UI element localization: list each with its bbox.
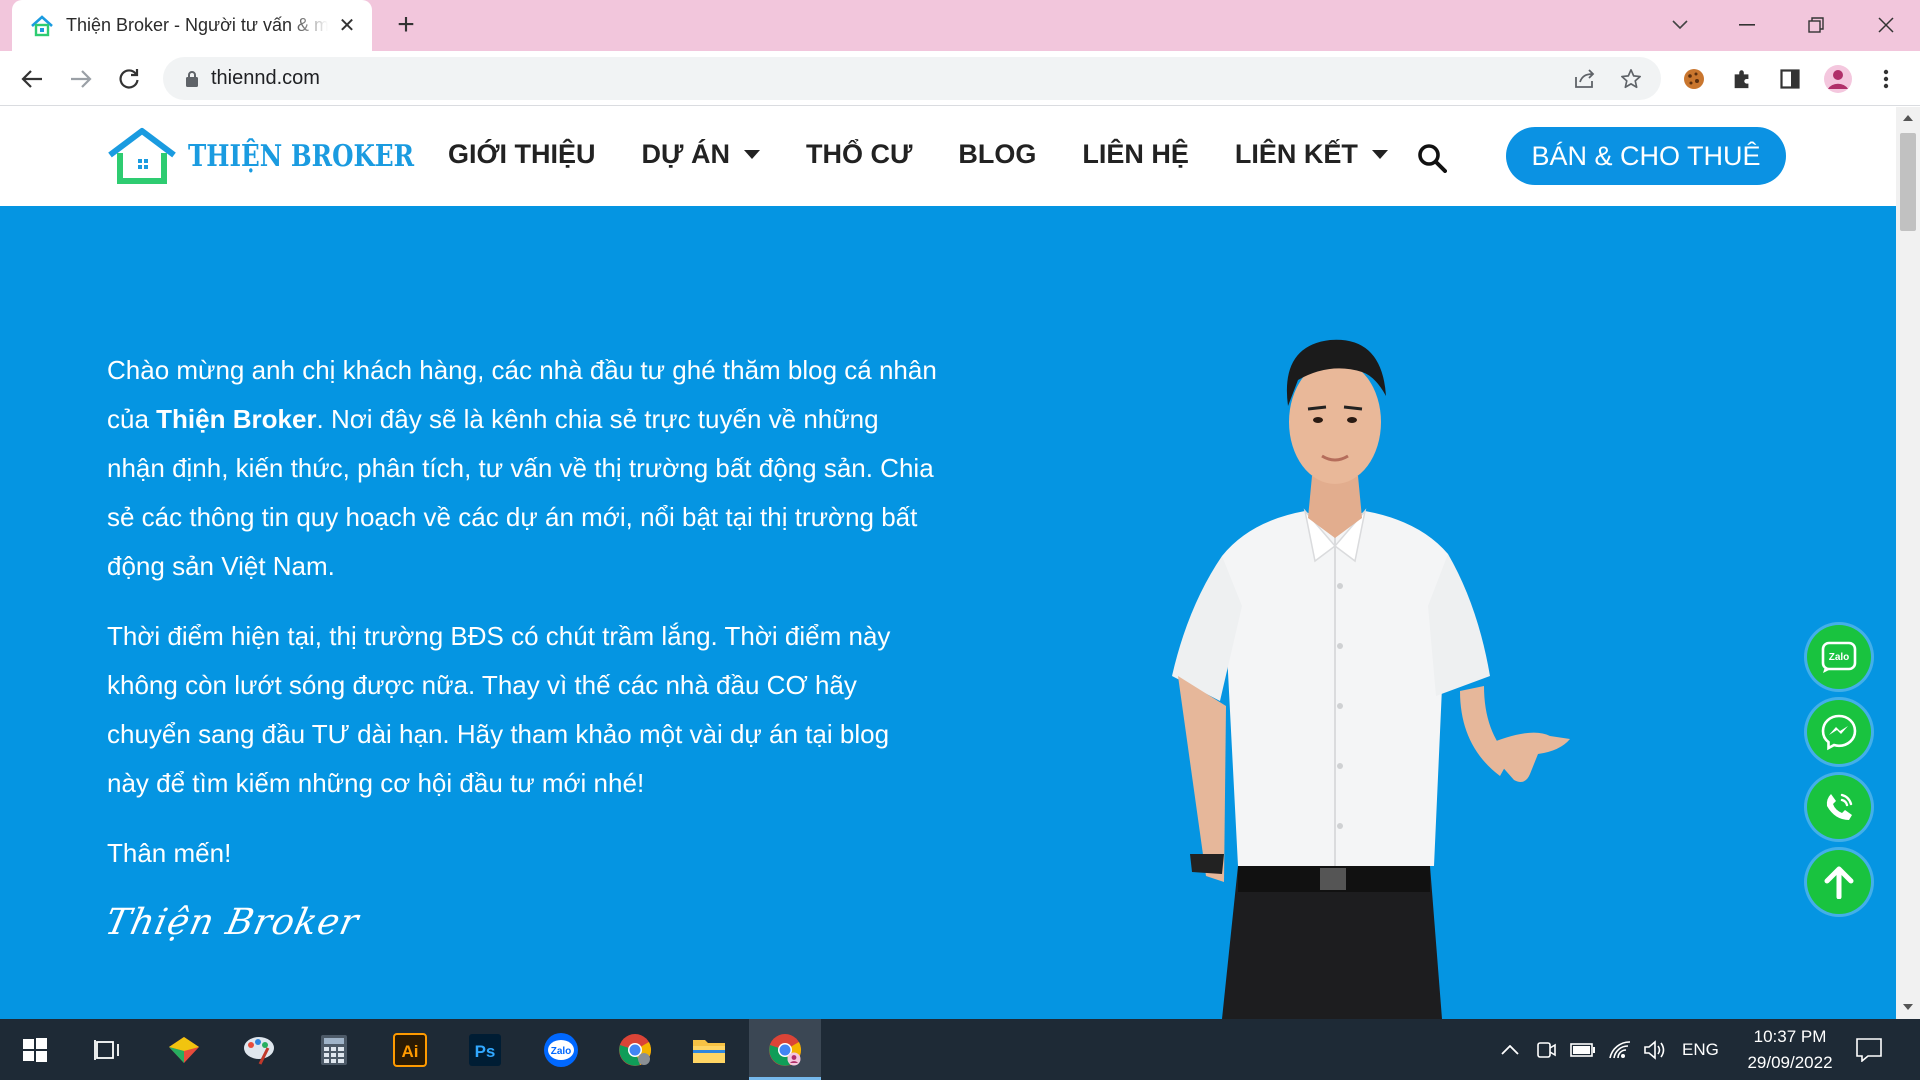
arrow-up-icon (1824, 866, 1854, 899)
sell-and-rent-button[interactable]: BÁN & CHO THUÊ (1506, 127, 1786, 185)
reload-icon[interactable] (110, 60, 148, 98)
side-panel-icon[interactable] (1771, 60, 1809, 98)
browser-toolbar: thiennd.com (0, 51, 1920, 106)
calculator-app-icon[interactable] (313, 1029, 355, 1071)
browser-tab[interactable]: Thiện Broker - Người tư vấn & môi giới ✕ (12, 0, 372, 51)
address-bar[interactable]: thiennd.com (163, 57, 1661, 100)
phone-call-button[interactable] (1807, 775, 1871, 839)
browser-menu-icon[interactable] (1867, 60, 1905, 98)
sketchup-app-icon[interactable] (163, 1029, 205, 1071)
nav-item-lien-ket[interactable]: LIÊN KẾT (1235, 139, 1388, 170)
back-to-top-button[interactable] (1807, 850, 1871, 914)
broker-portrait-image (1172, 339, 1570, 1019)
zalo-icon: Zalo (1821, 641, 1857, 673)
signature: Thiện Broker (101, 902, 363, 943)
scroll-up-arrow-icon[interactable] (1903, 115, 1913, 121)
restore-window-icon[interactable] (1796, 8, 1836, 42)
tab-search-chevron-icon[interactable] (1660, 8, 1700, 42)
clock-time[interactable]: 10:37 PM (1744, 1027, 1836, 1047)
intro-text: Chào mừng anh chị khách hàng, các nhà đầ… (107, 346, 937, 899)
bookmark-star-icon[interactable] (1615, 63, 1647, 95)
main-nav: GIỚI THIỆU DỰ ÁN THỔ CƯ BLOG LIÊN HỆ LIÊ… (448, 139, 1434, 170)
web-page: THIỆN BROKER GIỚI THIỆU DỰ ÁN THỔ CƯ BLO… (0, 107, 1896, 1019)
chrome-profile-app-icon[interactable] (764, 1029, 806, 1071)
lock-icon (186, 70, 198, 87)
page-scrollbar[interactable] (1896, 107, 1920, 1019)
tab-title: Thiện Broker - Người tư vấn & môi giới (66, 15, 328, 35)
share-icon[interactable] (1569, 63, 1601, 95)
chrome-app-icon[interactable] (614, 1029, 656, 1071)
paint-app-icon[interactable] (238, 1029, 280, 1071)
clock-date[interactable]: 29/09/2022 (1735, 1053, 1845, 1073)
intro-paragraph-2: Thời điểm hiện tại, thị trường BĐS có ch… (107, 621, 891, 798)
house-logo-icon (108, 128, 176, 184)
nav-item-gioi-thieu[interactable]: GIỚI THIỆU (448, 139, 596, 170)
svg-text:Ps: Ps (475, 1042, 496, 1061)
minimize-window-icon[interactable] (1727, 8, 1767, 42)
scroll-down-arrow-icon[interactable] (1903, 1004, 1913, 1010)
close-window-icon[interactable] (1866, 8, 1906, 42)
extensions-puzzle-icon[interactable] (1723, 60, 1761, 98)
volume-icon[interactable] (1634, 1029, 1676, 1071)
nav-item-tho-cu[interactable]: THỔ CƯ (806, 139, 912, 170)
zalo-app-icon[interactable]: Zalo (540, 1029, 582, 1071)
battery-icon[interactable] (1562, 1029, 1604, 1071)
brand-name-bold: Thiện Broker (156, 404, 317, 434)
windows-taskbar: Ai Ps Zalo ENG 10:37 PM 29/09/2022 (0, 1019, 1920, 1080)
tab-close-icon[interactable]: ✕ (336, 15, 358, 37)
meet-now-icon[interactable] (1525, 1029, 1567, 1071)
illustrator-app-icon[interactable]: Ai (389, 1029, 431, 1071)
nav-item-du-an[interactable]: DỰ ÁN (642, 139, 760, 170)
forward-arrow-icon[interactable] (62, 60, 100, 98)
url-text: thiennd.com (211, 67, 320, 89)
caret-down-icon (1371, 150, 1388, 159)
input-language-indicator[interactable]: ENG (1682, 1040, 1719, 1060)
messenger-button[interactable] (1807, 700, 1871, 764)
caret-down-icon (743, 150, 760, 159)
site-header: THIỆN BROKER GIỚI THIỆU DỰ ÁN THỔ CƯ BLO… (0, 107, 1896, 206)
windows-start-icon[interactable] (14, 1029, 56, 1071)
site-logo[interactable]: THIỆN BROKER (106, 127, 464, 185)
file-explorer-icon[interactable] (688, 1029, 730, 1071)
hero-section: Chào mừng anh chị khách hàng, các nhà đầ… (0, 206, 1896, 1019)
action-center-notification-icon[interactable] (1848, 1029, 1890, 1071)
photoshop-app-icon[interactable]: Ps (464, 1029, 506, 1071)
task-view-icon[interactable] (86, 1029, 128, 1071)
svg-text:Ai: Ai (402, 1042, 419, 1061)
logo-text: THIỆN BROKER (188, 138, 415, 174)
house-favicon-icon (31, 14, 53, 36)
profile-avatar-icon[interactable] (1819, 60, 1857, 98)
intro-paragraph-1: Chào mừng anh chị khách hàng, các nhà đầ… (107, 355, 937, 581)
cookie-extension-icon[interactable] (1675, 60, 1713, 98)
back-arrow-icon[interactable] (13, 60, 51, 98)
scrollbar-thumb[interactable] (1900, 133, 1916, 231)
svg-text:Zalo: Zalo (551, 1046, 572, 1057)
new-tab-button[interactable]: + (392, 10, 420, 40)
phone-icon (1826, 793, 1853, 820)
messenger-icon (1821, 714, 1857, 751)
svg-text:Zalo: Zalo (1829, 652, 1850, 663)
browser-tab-strip: Thiện Broker - Người tư vấn & môi giới ✕… (0, 0, 1920, 51)
zalo-chat-button[interactable]: Zalo (1807, 625, 1871, 689)
search-icon[interactable] (1417, 143, 1447, 173)
closing-greeting: Thân mến! (107, 838, 232, 868)
nav-item-blog[interactable]: BLOG (958, 139, 1036, 170)
nav-item-lien-he[interactable]: LIÊN HỆ (1082, 139, 1189, 170)
